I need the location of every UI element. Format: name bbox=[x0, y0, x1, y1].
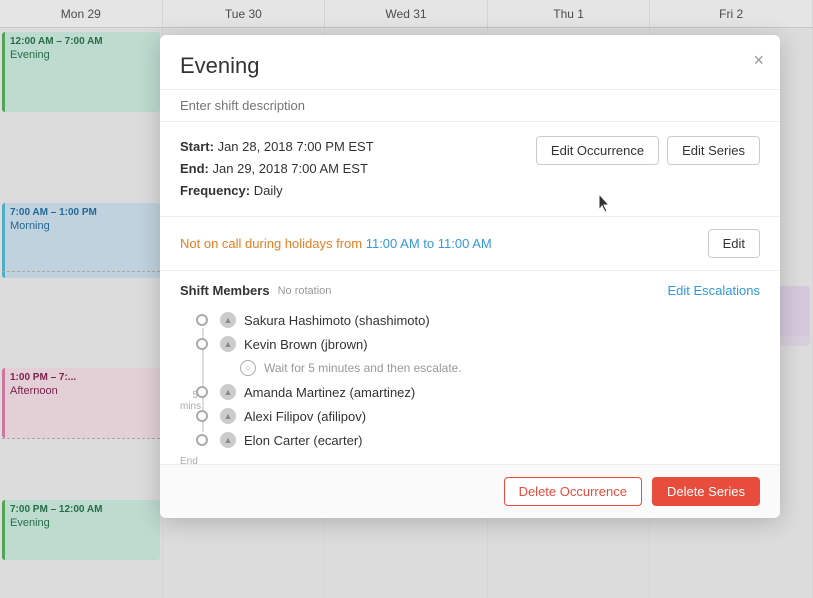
edit-escalations-link[interactable]: Edit Escalations bbox=[668, 283, 761, 298]
member-name: Alexi Filipov (afilipov) bbox=[244, 409, 366, 424]
delete-series-button[interactable]: Delete Series bbox=[652, 477, 760, 506]
start-label: Start: bbox=[180, 139, 214, 154]
modal-close-button[interactable]: × bbox=[753, 51, 764, 69]
member-name: Elon Carter (ecarter) bbox=[244, 433, 362, 448]
edit-buttons: Edit Occurrence Edit Series bbox=[516, 136, 760, 165]
edit-series-button[interactable]: Edit Series bbox=[667, 136, 760, 165]
end-info: End: Jan 29, 2018 7:00 AM EST bbox=[180, 158, 516, 180]
edit-occurrence-button[interactable]: Edit Occurrence bbox=[536, 136, 659, 165]
timeline-label-end: End bbox=[180, 456, 198, 464]
end-label: End: bbox=[180, 161, 209, 176]
shift-members-header: Shift Members No rotation Edit Escalatio… bbox=[180, 283, 760, 298]
list-item: ▲ Alexi Filipov (afilipov) bbox=[180, 404, 760, 428]
person-icon: ▲ bbox=[220, 336, 236, 352]
not-on-call-row: Not on call during holidays from 11:00 A… bbox=[160, 217, 780, 271]
frequency-value: Daily bbox=[254, 183, 283, 198]
timeline-dot bbox=[196, 338, 208, 350]
list-item: ▲ Elon Carter (ecarter) bbox=[180, 428, 760, 452]
shift-members-section: Shift Members No rotation Edit Escalatio… bbox=[160, 271, 780, 464]
wait-note-text: Wait for 5 minutes and then escalate. bbox=[264, 361, 462, 375]
start-value: Jan 28, 2018 7:00 PM EST bbox=[218, 139, 374, 154]
frequency-label: Frequency: bbox=[180, 183, 250, 198]
timeline-dot bbox=[196, 434, 208, 446]
no-rotation-badge: No rotation bbox=[278, 285, 332, 297]
shift-members-title: Shift Members bbox=[180, 283, 270, 298]
member-list: ▲ Sakura Hashimoto (shashimoto) ▲ Kevin … bbox=[180, 308, 760, 452]
timeline-dot bbox=[196, 314, 208, 326]
modal-title: Evening bbox=[180, 53, 760, 79]
not-on-call-text: Not on call during holidays from 11:00 A… bbox=[180, 236, 708, 251]
member-name: Amanda Martinez (amartinez) bbox=[244, 385, 415, 400]
timeline-dot bbox=[196, 386, 208, 398]
frequency-info: Frequency: Daily bbox=[180, 180, 516, 202]
member-name: Sakura Hashimoto (shashimoto) bbox=[244, 313, 430, 328]
list-item: ▲ Sakura Hashimoto (shashimoto) bbox=[180, 308, 760, 332]
person-icon: ▲ bbox=[220, 312, 236, 328]
member-name: Kevin Brown (jbrown) bbox=[244, 337, 368, 352]
modal-description-section bbox=[160, 90, 780, 122]
delete-occurrence-button[interactable]: Delete Occurrence bbox=[504, 477, 642, 506]
description-input[interactable] bbox=[180, 98, 760, 113]
modal-info-text: Start: Jan 28, 2018 7:00 PM EST End: Jan… bbox=[180, 136, 516, 202]
clock-icon: ○ bbox=[240, 360, 256, 376]
modal-dialog: Evening × Start: Jan 28, 2018 7:00 PM ES… bbox=[160, 35, 780, 518]
modal-info-row: Start: Jan 28, 2018 7:00 PM EST End: Jan… bbox=[160, 122, 780, 217]
modal-header: Evening × bbox=[160, 35, 780, 90]
list-item: ▲ Amanda Martinez (amartinez) bbox=[180, 380, 760, 404]
modal-footer: Delete Occurrence Delete Series bbox=[160, 464, 780, 518]
start-info: Start: Jan 28, 2018 7:00 PM EST bbox=[180, 136, 516, 158]
wait-note-item: ○ Wait for 5 minutes and then escalate. bbox=[180, 356, 760, 380]
person-icon: ▲ bbox=[220, 384, 236, 400]
list-item: ▲ Kevin Brown (jbrown) bbox=[180, 332, 760, 356]
not-on-call-edit-button[interactable]: Edit bbox=[708, 229, 760, 258]
timeline-dot bbox=[196, 410, 208, 422]
end-value: Jan 29, 2018 7:00 AM EST bbox=[213, 161, 368, 176]
person-icon: ▲ bbox=[220, 432, 236, 448]
person-icon: ▲ bbox=[220, 408, 236, 424]
